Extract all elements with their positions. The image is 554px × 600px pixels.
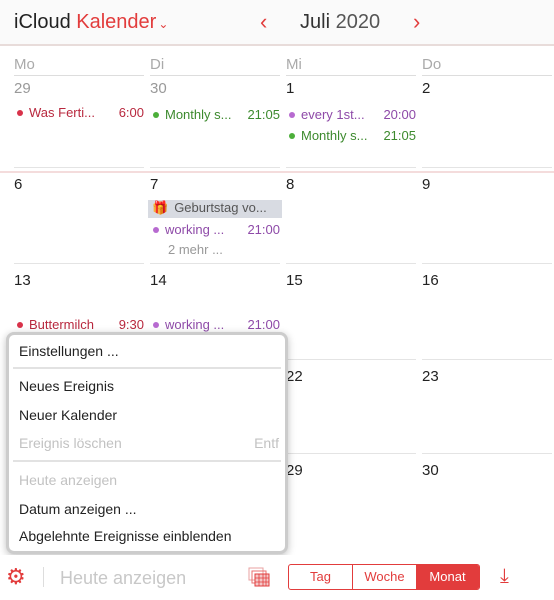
download-icon[interactable]: ⤓ xyxy=(500,565,509,588)
event-title: Monthly s... xyxy=(165,107,232,122)
menu-item-new-event[interactable]: Neues Ereignis xyxy=(19,378,114,394)
event-title: working ... xyxy=(165,317,225,332)
app-section: Kalender xyxy=(76,11,157,33)
birthday-event[interactable]: 🎁 Geburtstag vo... xyxy=(148,200,282,218)
event-time: 6:00 xyxy=(118,105,144,120)
menu-item-delete-event: Ereignis löschen xyxy=(19,435,122,451)
row-divider xyxy=(150,263,280,264)
day-number[interactable]: 22 xyxy=(286,368,303,385)
event-time: 9:30 xyxy=(118,317,144,332)
app-name: iCloud xyxy=(14,11,71,33)
day-number[interactable]: 8 xyxy=(286,176,294,193)
day-number[interactable]: 30 xyxy=(150,80,167,97)
event-title: every 1st... xyxy=(301,107,365,122)
day-number[interactable]: 7 xyxy=(150,176,158,193)
row-divider xyxy=(14,167,144,168)
tab-month[interactable]: Monat xyxy=(416,565,479,589)
day-number[interactable]: 30 xyxy=(422,462,439,479)
month-title: Juli 2020 xyxy=(300,11,380,34)
row-divider xyxy=(422,359,552,360)
tab-week[interactable]: Woche xyxy=(353,565,416,589)
event-dot xyxy=(289,112,295,119)
day-number[interactable]: 14 xyxy=(150,272,167,289)
row-divider xyxy=(422,167,552,168)
settings-menu: Einstellungen ... Neues Ereignis Neuer K… xyxy=(6,332,288,554)
event-time: 21:05 xyxy=(247,107,280,122)
event[interactable]: working ... 21:00 xyxy=(150,222,280,240)
menu-separator xyxy=(13,367,281,369)
weekday-header: Mo xyxy=(14,56,144,76)
day-number[interactable]: 29 xyxy=(14,80,31,97)
calendars-icon[interactable] xyxy=(248,567,270,587)
header: iCloud Kalender ⌄ ‹ Juli 2020 › xyxy=(0,0,554,46)
app-title[interactable]: iCloud Kalender ⌄ xyxy=(14,11,168,34)
day-number[interactable]: 29 xyxy=(286,462,303,479)
event-time: 21:00 xyxy=(247,317,280,332)
event-dot xyxy=(153,227,159,234)
menu-separator xyxy=(13,460,281,462)
bottom-toolbar: ⚙ Heute anzeigen Tag Woche Monat ⤓ xyxy=(0,555,554,600)
row-divider xyxy=(422,263,552,264)
today-week-line xyxy=(0,171,554,173)
day-number[interactable]: 2 xyxy=(422,80,430,97)
event-title: working ... xyxy=(165,222,225,237)
event-dot xyxy=(17,110,23,117)
event-time: 21:05 xyxy=(383,128,416,143)
view-switcher: Tag Woche Monat xyxy=(288,564,480,590)
gear-icon[interactable]: ⚙ xyxy=(6,565,30,589)
day-number[interactable]: 23 xyxy=(422,368,439,385)
day-number[interactable]: 16 xyxy=(422,272,439,289)
chevron-down-icon[interactable]: ⌄ xyxy=(158,17,168,31)
row-divider xyxy=(286,263,416,264)
day-number[interactable]: 1 xyxy=(286,80,294,97)
row-divider xyxy=(14,263,144,264)
event-dot xyxy=(153,112,159,119)
event-time: 20:00 xyxy=(383,107,416,122)
event[interactable]: every 1st... 20:00 xyxy=(286,107,416,125)
chevron-right-icon[interactable]: › xyxy=(413,9,420,35)
divider xyxy=(43,567,44,587)
row-divider xyxy=(150,167,280,168)
event-dot xyxy=(17,322,23,329)
today-button[interactable]: Heute anzeigen xyxy=(60,568,186,589)
row-divider xyxy=(286,359,416,360)
year: 2020 xyxy=(335,11,381,33)
weekday-header: Mi xyxy=(286,56,416,76)
event[interactable]: Monthly s... 21:05 xyxy=(150,107,280,125)
menu-item-settings[interactable]: Einstellungen ... xyxy=(19,343,119,359)
gift-icon: 🎁 xyxy=(152,200,169,215)
tab-day[interactable]: Tag xyxy=(289,565,353,589)
weekday-header: Di xyxy=(150,56,280,76)
event-dot xyxy=(289,133,295,140)
day-number[interactable]: 15 xyxy=(286,272,303,289)
day-number[interactable]: 6 xyxy=(14,176,22,193)
menu-item-show-date[interactable]: Datum anzeigen ... xyxy=(19,501,137,517)
menu-item-show-declined[interactable]: Abgelehnte Ereignisse einblenden xyxy=(19,528,232,544)
more-events-link[interactable]: 2 mehr ... xyxy=(168,242,223,257)
day-number[interactable]: 9 xyxy=(422,176,430,193)
event-time: 21:00 xyxy=(247,222,280,237)
menu-shortcut: Entf xyxy=(254,435,279,451)
event-title: Buttermilch xyxy=(29,317,95,332)
event-title: Monthly s... xyxy=(301,128,368,143)
row-divider xyxy=(422,453,552,454)
month: Juli xyxy=(300,11,331,33)
event-dot xyxy=(153,322,159,329)
weekday-header: Do xyxy=(422,56,552,76)
day-number[interactable]: 13 xyxy=(14,272,31,289)
menu-item-new-calendar[interactable]: Neuer Kalender xyxy=(19,407,117,423)
event-title: Geburtstag vo... xyxy=(174,200,267,215)
chevron-left-icon[interactable]: ‹ xyxy=(260,9,267,35)
event-title: Was Ferti... xyxy=(29,105,95,120)
row-divider xyxy=(286,453,416,454)
row-divider xyxy=(286,167,416,168)
event[interactable]: Monthly s... 21:05 xyxy=(286,128,416,146)
event[interactable]: Was Ferti... 6:00 xyxy=(14,105,144,123)
menu-item-show-today: Heute anzeigen xyxy=(19,472,118,488)
